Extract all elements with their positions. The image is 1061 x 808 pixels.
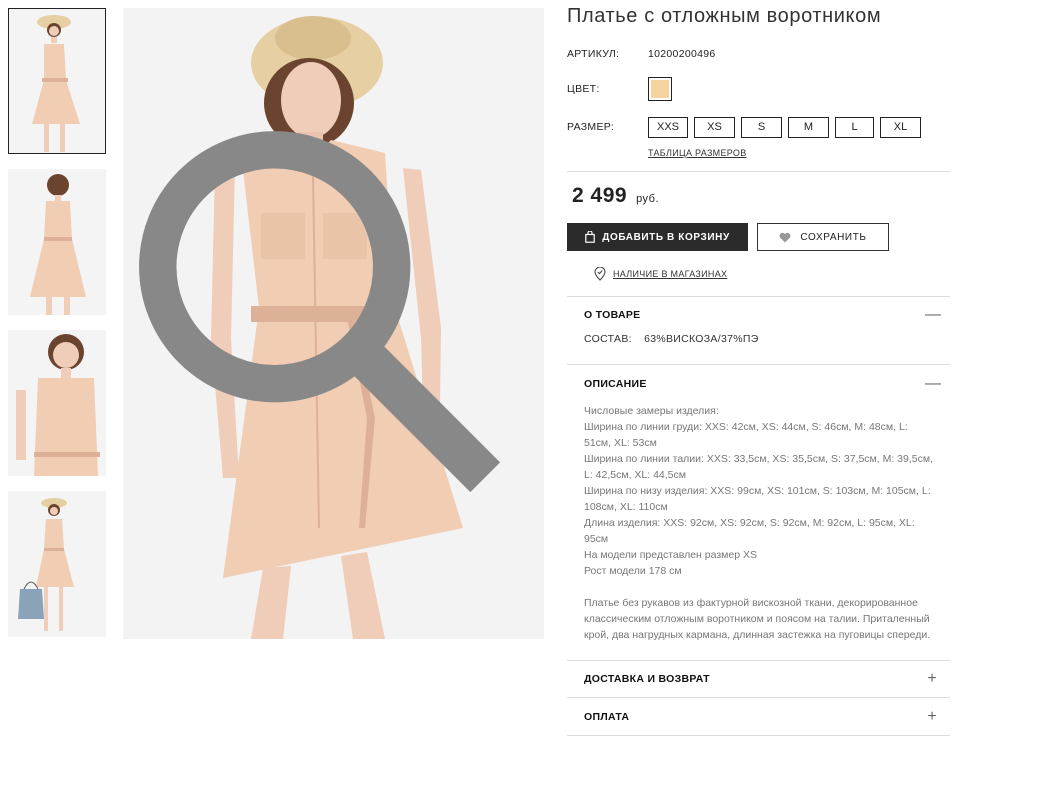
description-section-header[interactable]: ОПИСАНИЕ — bbox=[567, 365, 950, 403]
about-section: О ТОВАРЕ — СОСТАВ: 63%ВИСКОЗА/37%ПЭ bbox=[567, 296, 950, 364]
thumbnail-closeup-image bbox=[8, 330, 106, 476]
color-swatch[interactable] bbox=[648, 77, 672, 101]
add-to-cart-button[interactable]: ДОБАВИТЬ В КОРЗИНУ bbox=[567, 223, 748, 251]
minus-icon[interactable]: — bbox=[925, 307, 941, 323]
description-paragraph: Платье без рукавов из фактурной вискозно… bbox=[584, 597, 931, 641]
size-button-xxs[interactable]: XXS bbox=[648, 116, 688, 138]
color-swatch-fill bbox=[651, 80, 669, 98]
composition-label: СОСТАВ: bbox=[584, 333, 632, 345]
size-button-m[interactable]: M bbox=[788, 116, 829, 138]
about-section-header[interactable]: О ТОВАРЕ — bbox=[567, 297, 950, 333]
location-pin-icon bbox=[594, 267, 606, 281]
price-value: 2 499 bbox=[572, 184, 628, 207]
delivery-section-header[interactable]: ДОСТАВКА И ВОЗВРАТ + bbox=[567, 661, 950, 697]
description-line: Ширина по линии талии: XXS: 33,5см, XS: … bbox=[584, 453, 933, 481]
description-line: Ширина по низу изделия: XXS: 99см, XS: 1… bbox=[584, 485, 931, 513]
plus-icon[interactable]: + bbox=[925, 671, 939, 687]
payment-section-header[interactable]: ОПЛАТА + bbox=[567, 698, 950, 735]
store-availability-link[interactable]: НАЛИЧИЕ В МАГАЗИНАХ bbox=[613, 269, 727, 279]
add-to-cart-label: ДОБАВИТЬ В КОРЗИНУ bbox=[602, 231, 730, 243]
save-button[interactable]: СОХРАНИТЬ bbox=[757, 223, 889, 251]
about-section-title: О ТОВАРЕ bbox=[584, 309, 641, 321]
store-availability[interactable]: НАЛИЧИЕ В МАГАЗИНАХ bbox=[594, 266, 950, 282]
color-row: ЦВЕТ: bbox=[567, 76, 950, 102]
save-label: СОХРАНИТЬ bbox=[800, 231, 867, 243]
size-row: РАЗМЕР: XXS XS S M L XL bbox=[567, 115, 950, 139]
article-row: АРТИКУЛ: 10200200496 bbox=[567, 47, 950, 61]
composition-value: 63%ВИСКОЗА/37%ПЭ bbox=[644, 333, 759, 345]
description-line: Ширина по линии груди: XXS: 42см, XS: 44… bbox=[584, 421, 908, 449]
delivery-section: ДОСТАВКА И ВОЗВРАТ + bbox=[567, 660, 950, 697]
action-buttons: ДОБАВИТЬ В КОРЗИНУ СОХРАНИТЬ bbox=[567, 223, 950, 251]
plus-icon[interactable]: + bbox=[925, 708, 939, 725]
size-button-xs[interactable]: XS bbox=[694, 116, 735, 138]
thumbnail-back-image bbox=[8, 169, 106, 315]
delivery-section-title: ДОСТАВКА И ВОЗВРАТ bbox=[584, 673, 710, 685]
thumbnail-with-bag[interactable] bbox=[8, 491, 106, 637]
thumbnail-with-bag-image bbox=[8, 491, 106, 637]
description-line: Рост модели 178 см bbox=[584, 565, 682, 577]
price-currency: руб. bbox=[636, 193, 660, 205]
divider bbox=[567, 735, 950, 736]
color-label: ЦВЕТ: bbox=[567, 83, 600, 95]
thumbnail-back[interactable] bbox=[8, 169, 106, 315]
zoom-icon[interactable] bbox=[123, 8, 532, 629]
description-section: ОПИСАНИЕ — Числовые замеры изделия: Шири… bbox=[567, 364, 950, 660]
thumbnail-closeup[interactable] bbox=[8, 330, 106, 476]
bag-icon bbox=[585, 231, 596, 243]
product-title: Платье с отложным воротником bbox=[567, 5, 882, 27]
price-block: 2 499 руб. bbox=[567, 184, 950, 214]
minus-icon[interactable]: — bbox=[925, 376, 941, 392]
product-info: Платье с отложным воротником АРТИКУЛ: 10… bbox=[567, 0, 950, 736]
thumbnail-front-image bbox=[8, 8, 106, 154]
description-line: Длина изделия: XXS: 92см, XS: 92см, S: 9… bbox=[584, 517, 915, 545]
size-label: РАЗМЕР: bbox=[567, 121, 615, 133]
size-selector: XXS XS S M L XL bbox=[648, 116, 927, 138]
thumbnail-front[interactable] bbox=[8, 8, 106, 154]
article-label: АРТИКУЛ: bbox=[567, 48, 620, 60]
composition: СОСТАВ: 63%ВИСКОЗА/37%ПЭ bbox=[567, 333, 950, 364]
divider bbox=[567, 171, 950, 172]
size-button-l[interactable]: L bbox=[835, 116, 874, 138]
size-button-xl[interactable]: XL bbox=[880, 116, 921, 138]
heart-icon bbox=[779, 232, 791, 242]
size-table-link[interactable]: ТАБЛИЦА РАЗМЕРОВ bbox=[648, 148, 950, 160]
description-text: Числовые замеры изделия: Ширина по линии… bbox=[567, 403, 950, 643]
description-section-title: ОПИСАНИЕ bbox=[584, 378, 647, 390]
article-value: 10200200496 bbox=[648, 48, 716, 60]
thumbnail-gallery bbox=[8, 8, 106, 652]
description-line: На модели представлен размер XS bbox=[584, 549, 757, 561]
payment-section-title: ОПЛАТА bbox=[584, 710, 630, 723]
size-button-s[interactable]: S bbox=[741, 116, 782, 138]
description-line: Числовые замеры изделия: bbox=[584, 405, 719, 417]
payment-section: ОПЛАТА + bbox=[567, 697, 950, 735]
main-product-image[interactable] bbox=[123, 8, 544, 639]
